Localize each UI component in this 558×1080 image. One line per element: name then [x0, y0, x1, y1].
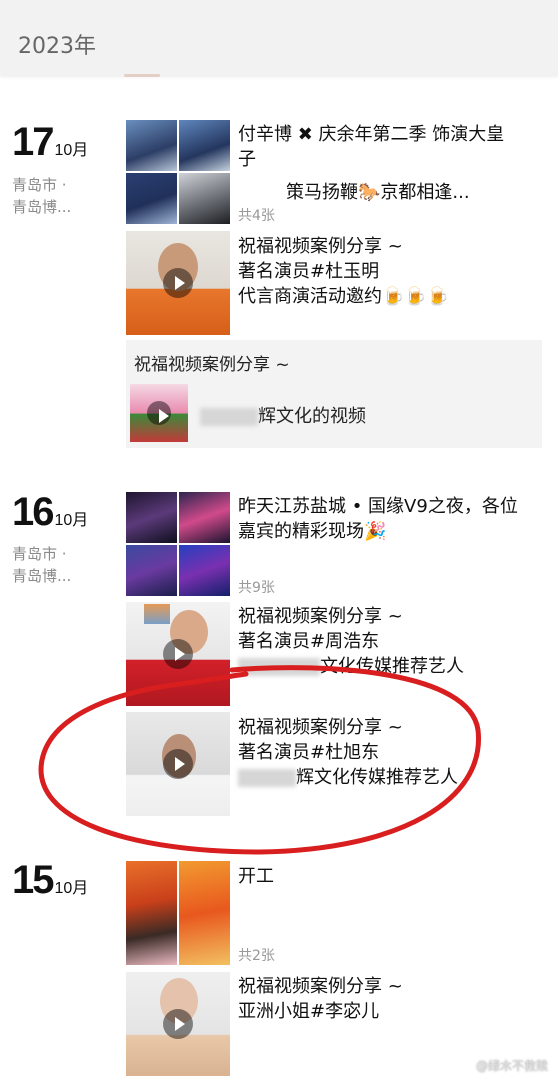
location-place: 青岛博...	[12, 198, 72, 216]
post-line: 辉文化传媒推荐艺人	[238, 765, 458, 790]
photo-thumbnail[interactable]	[126, 545, 177, 596]
day-number: 17	[12, 120, 54, 164]
location[interactable]: 青岛市 · 青岛博...	[12, 174, 71, 218]
video-thumbnail[interactable]	[126, 602, 230, 706]
wall-picture	[144, 604, 170, 624]
scroll-peek-indicator	[124, 74, 160, 77]
photo-thumbnail[interactable]	[126, 120, 177, 171]
redacted-text	[238, 658, 320, 676]
post-text[interactable]: 祝福视频案例分享 ~ 著名演员#杜旭东 辉文化传媒推荐艺人	[238, 715, 458, 790]
shared-caption-row: 辉文化的视频	[200, 402, 366, 428]
day-number: 16	[12, 490, 54, 534]
photo-count: 共2张	[238, 948, 275, 964]
date-15: 15 10月	[12, 858, 88, 903]
location-city: 青岛市 ·	[12, 545, 67, 563]
post-text[interactable]: 开工	[238, 864, 274, 889]
video-thumbnail[interactable]	[126, 231, 230, 335]
shared-caption: 辉文化的视频	[258, 406, 366, 427]
photo-count: 共4张	[238, 208, 275, 224]
play-icon	[163, 749, 193, 779]
photo-thumbnail[interactable]	[179, 861, 230, 965]
play-icon	[163, 1009, 193, 1039]
shared-title: 祝福视频案例分享 ~	[134, 355, 290, 375]
post-line: 祝福视频案例分享 ~	[238, 236, 403, 257]
post-line: 付辛博 ✖ 庆余年第二季 饰演大皇	[238, 124, 505, 145]
post-line: 亚洲小姐#李宓儿	[238, 1001, 380, 1022]
photo-grid[interactable]	[126, 120, 230, 224]
redacted-text	[200, 408, 258, 426]
post-text[interactable]: 祝福视频案例分享 ~ 著名演员#周浩东 文化传媒推荐艺人	[238, 604, 464, 679]
play-icon	[163, 268, 193, 298]
play-icon	[163, 639, 193, 669]
post-text[interactable]: 祝福视频案例分享 ~ 亚洲小姐#李宓儿	[238, 974, 403, 1024]
month-label: 10月	[54, 880, 89, 897]
watermark: @绿木不救赎	[475, 1059, 548, 1073]
year-header: 2023年	[0, 0, 558, 76]
year-label: 2023年	[18, 34, 96, 59]
post-line: 昨天江苏盐城 • 国缘V9之夜，各位	[238, 496, 518, 517]
location-city: 青岛市 ·	[12, 176, 67, 194]
post-line: 子	[238, 149, 256, 170]
date-16: 16 10月	[12, 490, 88, 535]
photo-thumbnail[interactable]	[126, 492, 177, 543]
post-text[interactable]: 付辛博 ✖ 庆余年第二季 饰演大皇 子 策马扬鞭🐎京都相逢...	[238, 122, 504, 205]
photo-thumbnail[interactable]	[179, 545, 230, 596]
post-line: 开工	[238, 866, 274, 887]
post-line: 文化传媒推荐艺人	[238, 654, 464, 679]
post-text[interactable]: 祝福视频案例分享 ~ 著名演员#杜玉明 代言商演活动邀约🍺🍺🍺	[238, 234, 449, 309]
post-line: 祝福视频案例分享 ~	[238, 976, 403, 997]
play-icon	[147, 401, 171, 425]
redacted-text	[238, 769, 296, 787]
post-line: 著名演员#杜玉明	[238, 261, 380, 282]
post-text[interactable]: 昨天江苏盐城 • 国缘V9之夜，各位 嘉宾的精彩现场🎉	[238, 494, 518, 544]
photo-grid[interactable]	[126, 492, 230, 596]
video-thumbnail[interactable]	[126, 972, 230, 1076]
photo-count: 共9张	[238, 580, 275, 596]
location[interactable]: 青岛市 · 青岛博...	[12, 543, 71, 587]
post-line: 策马扬鞭🐎京都相逢...	[286, 182, 470, 203]
photo-thumbnail[interactable]	[126, 861, 177, 965]
month-label: 10月	[54, 512, 89, 529]
date-17: 17 10月	[12, 120, 88, 165]
month-label: 10月	[54, 142, 89, 159]
photo-grid[interactable]	[126, 861, 230, 965]
shared-video-card[interactable]: 祝福视频案例分享 ~ 辉文化的视频	[126, 340, 542, 448]
post-line: 祝福视频案例分享 ~	[238, 717, 403, 738]
day-number: 15	[12, 858, 54, 902]
photo-thumbnail[interactable]	[179, 492, 230, 543]
post-line: 著名演员#周浩东	[238, 631, 380, 652]
video-thumbnail[interactable]	[126, 712, 230, 816]
shared-video-thumbnail[interactable]	[130, 384, 188, 442]
photo-thumbnail[interactable]	[179, 120, 230, 171]
post-line-text: 文化传媒推荐艺人	[320, 656, 464, 677]
post-line: 祝福视频案例分享 ~	[238, 606, 403, 627]
post-line: 嘉宾的精彩现场🎉	[238, 521, 387, 542]
post-line: 著名演员#杜旭东	[238, 742, 380, 763]
post-line: 代言商演活动邀约🍺🍺🍺	[238, 286, 450, 307]
photo-thumbnail[interactable]	[179, 173, 230, 224]
photo-thumbnail[interactable]	[126, 173, 177, 224]
post-line-text: 辉文化传媒推荐艺人	[296, 767, 458, 788]
location-place: 青岛博...	[12, 567, 72, 585]
